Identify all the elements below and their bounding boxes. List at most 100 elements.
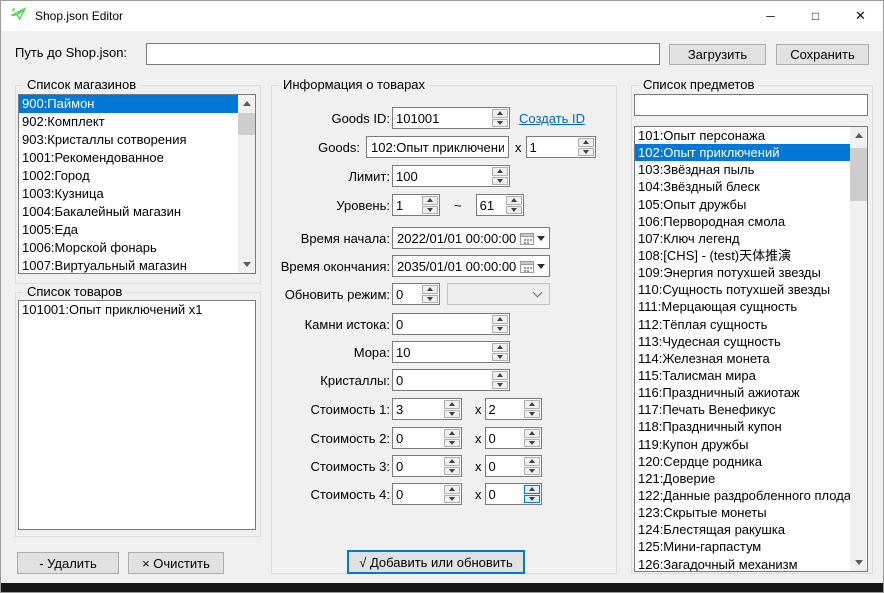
item-list-item[interactable]: 117:Печать Венефикус	[635, 401, 850, 418]
spin-up-button[interactable]	[492, 343, 508, 352]
spin-down-button[interactable]	[492, 381, 508, 390]
spin-down-button[interactable]	[444, 439, 460, 448]
scrollbar-down-button[interactable]	[850, 554, 867, 571]
shop-list-item[interactable]: 1002:Город	[19, 167, 238, 185]
spin-down-button[interactable]	[492, 119, 508, 128]
shops-listbox[interactable]: 900:Паймон902:Комплект903:Кристаллы сотв…	[18, 94, 256, 274]
cost2-count-input[interactable]	[486, 428, 523, 448]
time-start-picker[interactable]: 2022/01/01 00:00:00	[392, 227, 550, 249]
item-list-item[interactable]: 124:Блестящая ракушка	[635, 521, 850, 538]
cost1-id-input[interactable]	[393, 399, 443, 419]
load-button[interactable]: Загрузить	[669, 44, 766, 65]
save-button[interactable]: Сохранить	[776, 44, 869, 65]
shop-list-item[interactable]: 1001:Рекомендованное	[19, 149, 238, 167]
limit-input[interactable]	[393, 166, 491, 186]
spin-down-button[interactable]	[444, 495, 460, 504]
item-list-item[interactable]: 101:Опыт персонажа	[635, 127, 850, 144]
shop-list-item[interactable]: 900:Паймон	[19, 95, 238, 113]
item-list-item[interactable]: 103:Звёздная пыль	[635, 161, 850, 178]
scrollbar-thumb[interactable]	[238, 113, 255, 135]
spin-down-button[interactable]	[524, 439, 540, 448]
item-list-item[interactable]: 115:Талисман мира	[635, 367, 850, 384]
item-list-item[interactable]: 126:Загадочный механизм	[635, 556, 850, 571]
cost3-count-input[interactable]	[486, 456, 523, 476]
spin-up-button[interactable]	[524, 400, 540, 409]
spin-down-button[interactable]	[492, 177, 508, 186]
item-list-item[interactable]: 116:Праздничный ажиотаж	[635, 384, 850, 401]
item-list-item[interactable]: 104:Звёздный блеск	[635, 178, 850, 195]
spin-up-button[interactable]	[492, 371, 508, 380]
scrollbar-down-button[interactable]	[238, 256, 255, 273]
create-id-link[interactable]: Создать ID	[519, 111, 585, 126]
item-list-item[interactable]: 107:Ключ легенд	[635, 230, 850, 247]
delete-button[interactable]: - Удалить	[17, 552, 119, 574]
spin-down-button[interactable]	[578, 148, 594, 157]
spin-down-button[interactable]	[444, 410, 460, 419]
spin-up-button[interactable]	[524, 485, 540, 494]
goods-input[interactable]	[366, 136, 509, 158]
item-list-item[interactable]: 123:Скрытые монеты	[635, 504, 850, 521]
cart-list-item[interactable]: 101001:Опыт приключений x1	[19, 301, 255, 319]
goods-id-input[interactable]	[393, 108, 491, 128]
spin-up-button[interactable]	[492, 315, 508, 324]
item-list-item[interactable]: 120:Сердце родника	[635, 453, 850, 470]
spin-down-button[interactable]	[506, 206, 522, 215]
spin-up-button[interactable]	[444, 429, 460, 438]
spin-up-button[interactable]	[422, 285, 438, 294]
path-input[interactable]	[146, 43, 660, 65]
cost3-id-input[interactable]	[393, 456, 443, 476]
time-end-picker[interactable]: 2035/01/01 00:00:00	[392, 255, 550, 277]
spin-up-button[interactable]	[422, 196, 438, 205]
cost2-id-input[interactable]	[393, 428, 443, 448]
spin-up-button[interactable]	[492, 109, 508, 118]
items-listbox[interactable]: 101:Опыт персонажа102:Опыт приключений10…	[634, 126, 868, 572]
cost4-count-input[interactable]	[486, 484, 523, 504]
maximize-button[interactable]: □	[793, 2, 838, 31]
item-list-item[interactable]: 109:Энергия потухшей звезды	[635, 264, 850, 281]
level-max-input[interactable]	[477, 195, 505, 215]
shop-list-item[interactable]: 1003:Кузница	[19, 185, 238, 203]
shop-list-item[interactable]: 1006:Морской фонарь	[19, 239, 238, 257]
item-list-item[interactable]: 112:Тёплая сущность	[635, 316, 850, 333]
spin-up-button[interactable]	[444, 457, 460, 466]
shop-list-item[interactable]: 1007:Виртуальный магазин	[19, 257, 238, 273]
item-list-item[interactable]: 118:Праздничный купон	[635, 418, 850, 435]
item-list-item[interactable]: 108:[CHS] - (test)天体推演	[635, 247, 850, 264]
spin-up-button[interactable]	[578, 138, 594, 147]
item-list-item[interactable]: 111:Мерцающая сущность	[635, 298, 850, 315]
spin-down-button[interactable]	[444, 467, 460, 476]
shop-list-item[interactable]: 902:Комплект	[19, 113, 238, 131]
add-or-update-button[interactable]: √ Добавить или обновить	[347, 550, 525, 574]
item-list-item[interactable]: 102:Опыт приключений	[635, 144, 850, 161]
spin-down-button[interactable]	[524, 410, 540, 419]
scrollbar-up-button[interactable]	[850, 127, 867, 144]
refresh-mode-input[interactable]	[393, 284, 421, 304]
shops-scrollbar[interactable]	[238, 95, 255, 273]
items-scrollbar[interactable]	[850, 127, 867, 571]
item-list-item[interactable]: 105:Опыт дружбы	[635, 196, 850, 213]
spin-down-button[interactable]	[524, 495, 540, 504]
primogems-input[interactable]	[393, 314, 491, 334]
spin-up-button[interactable]	[444, 485, 460, 494]
spin-down-button[interactable]	[492, 325, 508, 334]
close-button[interactable]: ✕	[838, 2, 883, 31]
spin-up-button[interactable]	[524, 429, 540, 438]
item-list-item[interactable]: 125:Мини-гарпастум	[635, 538, 850, 555]
item-list-item[interactable]: 113:Чудесная сущность	[635, 333, 850, 350]
spin-up-button[interactable]	[524, 457, 540, 466]
crystals-input[interactable]	[393, 370, 491, 390]
spin-down-button[interactable]	[524, 467, 540, 476]
refresh-mode-combobox[interactable]	[447, 283, 550, 305]
spin-up-button[interactable]	[492, 167, 508, 176]
spin-up-button[interactable]	[506, 196, 522, 205]
clear-button[interactable]: × Очистить	[128, 552, 224, 574]
cost1-count-input[interactable]	[486, 399, 523, 419]
item-list-item[interactable]: 119:Купон дружбы	[635, 436, 850, 453]
item-list-item[interactable]: 106:Первородная смола	[635, 213, 850, 230]
minimize-button[interactable]: ─	[748, 2, 793, 31]
cart-listbox[interactable]: 101001:Опыт приключений x1	[18, 300, 256, 530]
spin-down-button[interactable]	[492, 353, 508, 362]
scrollbar-up-button[interactable]	[238, 95, 255, 112]
goods-count-input[interactable]	[527, 137, 577, 157]
spin-up-button[interactable]	[444, 400, 460, 409]
